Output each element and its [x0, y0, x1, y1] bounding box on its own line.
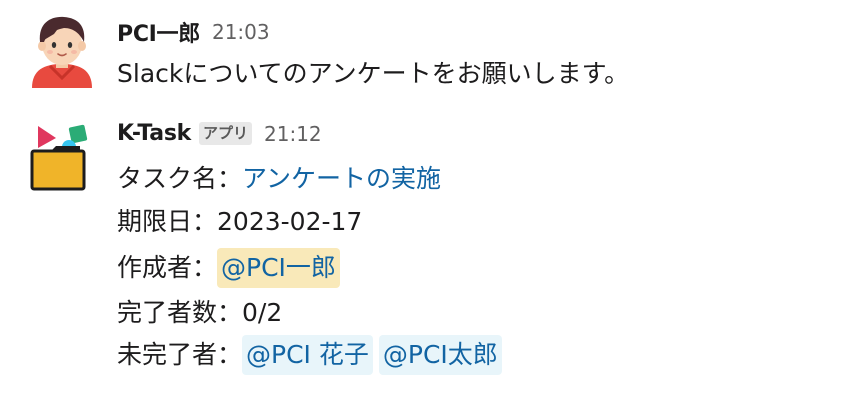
message-header: PCI一郎 21:03: [117, 16, 270, 48]
creator-mention[interactable]: @PCI一郎: [217, 248, 340, 288]
message-timestamp[interactable]: 21:03: [212, 20, 270, 44]
task-name-line: タスク名：アンケートの実施: [117, 162, 441, 196]
due-date-label: 期限日：: [117, 207, 218, 236]
app-badge: アプリ: [198, 122, 252, 145]
pending-label: 未完了者：: [117, 340, 243, 369]
pending-line: 未完了者： @PCI 花子 @PCI太郎: [117, 335, 508, 375]
due-date-value: 2023-02-17: [217, 207, 363, 236]
message-text: Slackについてのアンケートをお願いします。: [117, 59, 630, 88]
done-count-label: 完了者数：: [117, 298, 243, 327]
pending-mention[interactable]: @PCI 花子: [242, 335, 373, 375]
task-name-label: タスク名：: [117, 164, 243, 193]
done-count-line: 完了者数：0/2: [117, 296, 282, 330]
task-name-link[interactable]: アンケートの実施: [242, 164, 441, 193]
message-timestamp[interactable]: 21:12: [264, 122, 322, 146]
sender-name[interactable]: PCI一郎: [117, 16, 200, 48]
folder-shapes-icon[interactable]: [24, 118, 100, 194]
creator-label: 作成者：: [117, 253, 218, 282]
person-avatar-icon[interactable]: [24, 12, 100, 88]
done-count-value: 0/2: [242, 298, 283, 327]
due-date-line: 期限日：2023-02-17: [117, 205, 362, 239]
message-header: K-Task アプリ 21:12: [117, 121, 322, 146]
sender-name[interactable]: K-Task: [117, 121, 191, 146]
pending-mention[interactable]: @PCI太郎: [378, 335, 502, 375]
creator-line: 作成者： @PCI一郎: [117, 248, 340, 288]
